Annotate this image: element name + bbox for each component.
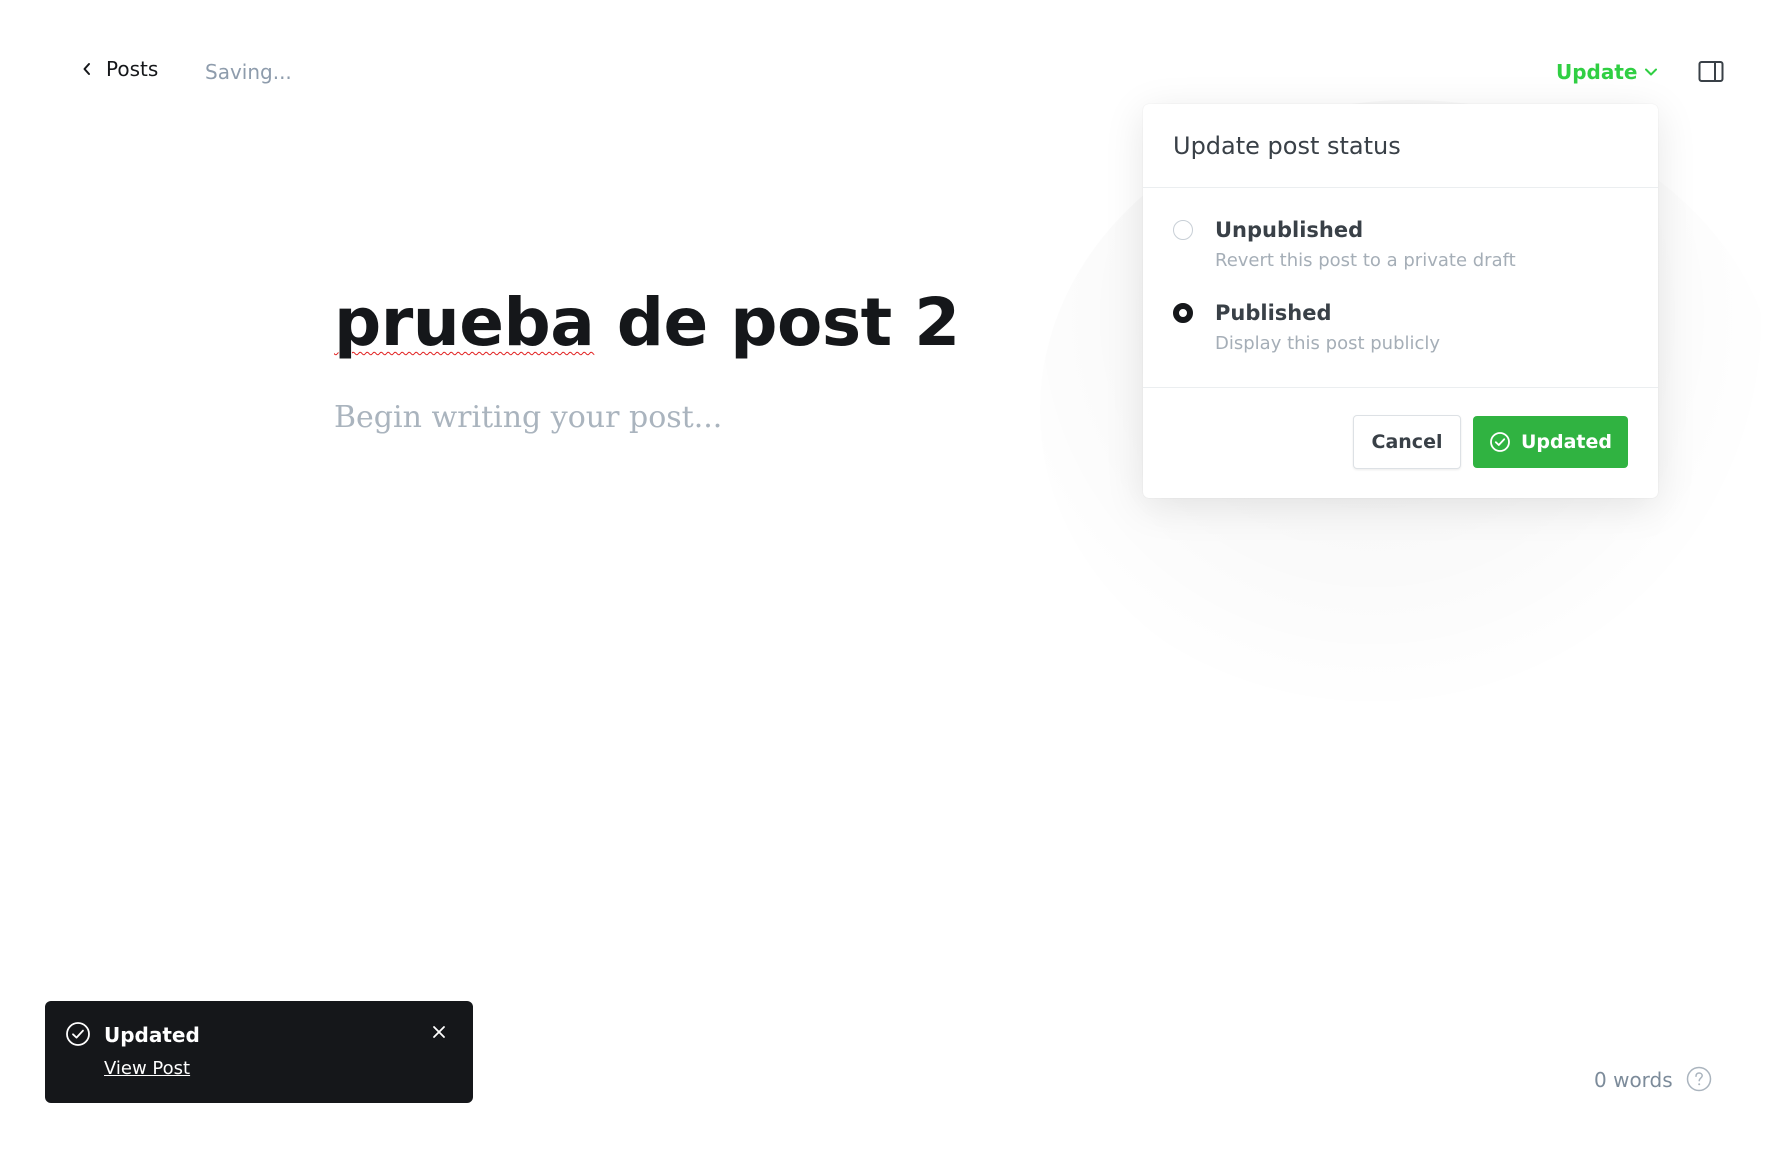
post-editor-page: Posts Saving... Update prueba de post 2 … <box>0 0 1779 1152</box>
help-icon[interactable] <box>1686 1066 1712 1092</box>
post-body-editor[interactable]: Begin writing your post... <box>334 400 722 435</box>
published-radio[interactable] <box>1173 303 1193 323</box>
close-icon[interactable] <box>431 1024 447 1040</box>
word-count: 0 words <box>1594 1068 1673 1092</box>
chevron-left-icon <box>83 63 90 75</box>
published-label: Published <box>1215 301 1332 325</box>
cancel-button[interactable]: Cancel <box>1353 415 1461 469</box>
updated-button[interactable]: Updated <box>1473 416 1628 468</box>
chevron-down-icon <box>1644 68 1657 76</box>
view-post-link[interactable]: View Post <box>104 1058 190 1079</box>
updated-button-label: Updated <box>1520 431 1613 453</box>
unpublished-radio[interactable] <box>1173 220 1193 240</box>
published-description: Display this post publicly <box>1215 333 1441 354</box>
update-menu-button[interactable]: Update <box>1556 60 1658 84</box>
post-status-popover: Update post status Unpublished Revert th… <box>1143 104 1658 498</box>
popover-footer: Cancel Updated <box>1143 388 1658 496</box>
sidebar-toggle-button[interactable] <box>1698 60 1724 84</box>
update-menu-label: Update <box>1556 60 1638 84</box>
check-circle-icon <box>1490 432 1510 452</box>
post-title-rest: de post 2 <box>594 284 960 361</box>
status-option-published[interactable]: Published Display this post publicly <box>1173 301 1628 354</box>
popover-title: Update post status <box>1143 104 1658 188</box>
status-option-unpublished[interactable]: Unpublished Revert this post to a privat… <box>1173 218 1628 271</box>
post-title[interactable]: prueba de post 2 <box>334 284 960 361</box>
status-options: Unpublished Revert this post to a privat… <box>1143 188 1658 388</box>
notification-toast: Updated View Post <box>45 1001 473 1103</box>
toast-title: Updated <box>104 1023 200 1047</box>
sidebar-panel-icon <box>1698 61 1724 82</box>
post-title-misspelled-word: prueba <box>334 284 595 361</box>
back-link-label: Posts <box>106 57 159 81</box>
unpublished-description: Revert this post to a private draft <box>1215 250 1516 271</box>
check-circle-icon <box>66 1022 90 1046</box>
unpublished-label: Unpublished <box>1215 218 1364 242</box>
back-to-posts-link[interactable]: Posts <box>82 57 158 81</box>
saving-status: Saving... <box>205 60 292 84</box>
